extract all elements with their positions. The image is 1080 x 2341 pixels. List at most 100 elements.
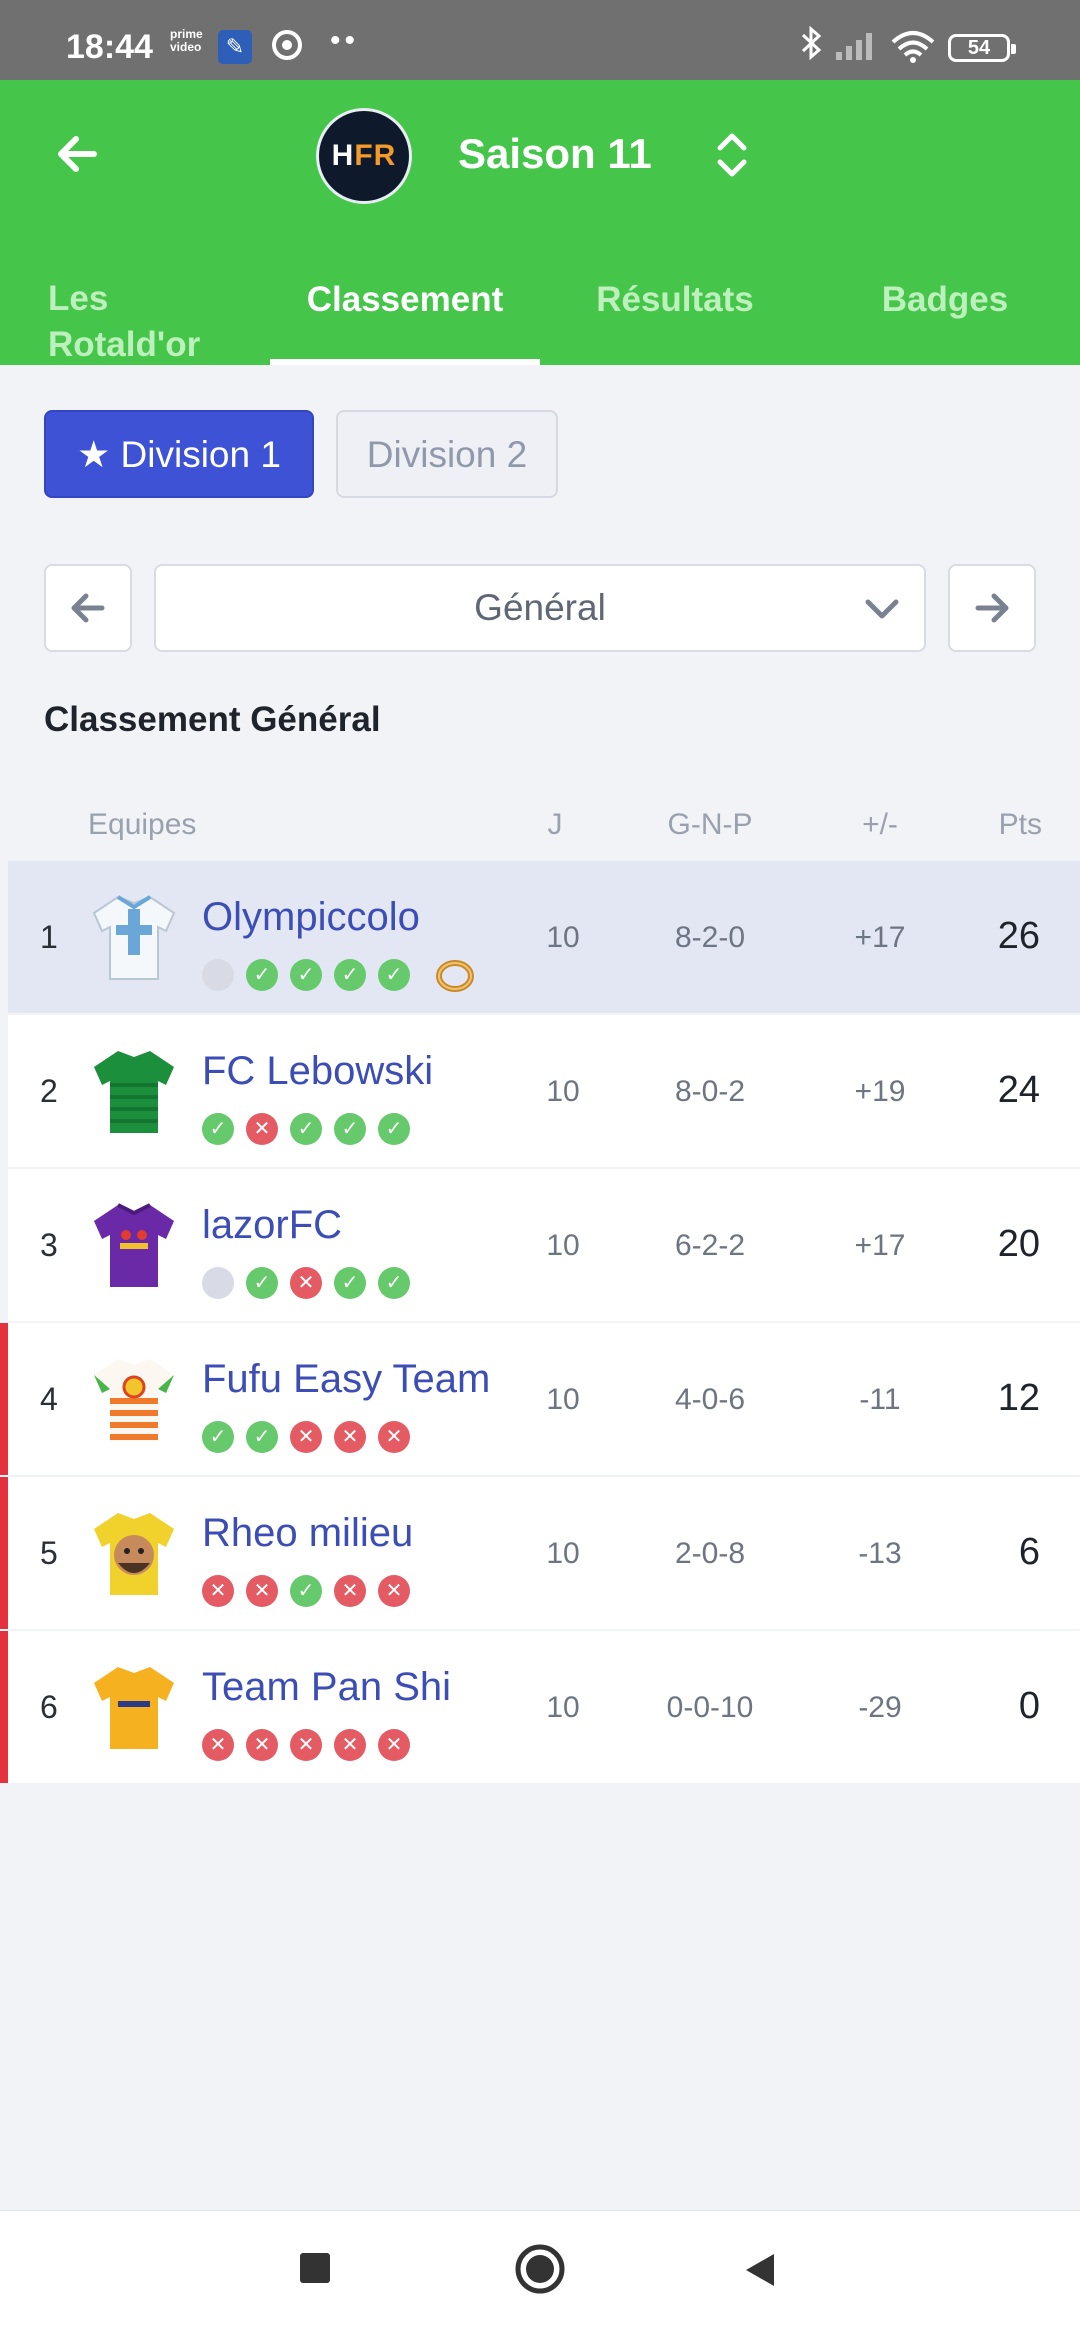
form-dot-loss: ✕ xyxy=(246,1113,278,1145)
cell-goal-diff: -29 xyxy=(858,1691,902,1724)
form-dot-win: ✓ xyxy=(378,1113,410,1145)
league-logo: HFR xyxy=(316,108,412,204)
team-name[interactable]: Rheo milieu xyxy=(202,1511,413,1556)
cell-gnp: 6-2-2 xyxy=(674,1229,746,1262)
header-played: J xyxy=(547,808,563,841)
team-name[interactable]: Team Pan Shi xyxy=(202,1665,451,1710)
form-dot-win: ✓ xyxy=(290,959,322,991)
form-dot-loss: ✕ xyxy=(378,1729,410,1761)
relegation-flag xyxy=(0,1631,8,1783)
row-rank: 6 xyxy=(40,1689,58,1725)
back-triangle-icon[interactable] xyxy=(742,2251,778,2289)
team-name[interactable]: Fufu Easy Team xyxy=(202,1357,490,1402)
recents-square-icon[interactable] xyxy=(298,2251,332,2285)
row-rank: 4 xyxy=(40,1381,58,1417)
row-rank: 1 xyxy=(40,919,58,955)
form-dot-win: ✓ xyxy=(202,1421,234,1453)
arrow-left-icon xyxy=(71,593,105,623)
form-dot-win: ✓ xyxy=(378,1267,410,1299)
cell-points: 6 xyxy=(1018,1531,1040,1573)
team-name[interactable]: lazorFC xyxy=(202,1203,342,1248)
active-tab-indicator xyxy=(270,359,540,365)
header-team: Equipes xyxy=(88,808,197,841)
cell-gnp: 0-0-10 xyxy=(666,1691,754,1724)
cell-goal-diff: +17 xyxy=(854,921,906,954)
cell-points: 12 xyxy=(997,1377,1040,1419)
cell-gnp: 8-2-0 xyxy=(674,921,746,954)
jersey-icon xyxy=(92,895,176,980)
header-points: Pts xyxy=(998,808,1042,841)
status-bar: 18:44 prime video ✎ •• 54 xyxy=(0,0,1080,80)
cell-points: 24 xyxy=(997,1069,1040,1111)
form-dot-loss: ✕ xyxy=(246,1575,278,1607)
form-dot-loss: ✕ xyxy=(378,1575,410,1607)
form-dot-win: ✓ xyxy=(202,1113,234,1145)
cell-goal-diff: -13 xyxy=(858,1537,902,1570)
table-row[interactable]: 5 Rheo milieu ✕ ✕ ✓ ✕ ✕ 10 2-0-8 -13 6 xyxy=(0,1477,1080,1629)
form-dot-loss: ✕ xyxy=(334,1729,366,1761)
cell-played: 10 xyxy=(546,1691,580,1724)
form-dot-win: ✓ xyxy=(246,1421,278,1453)
relegation-flag xyxy=(0,1323,8,1475)
cell-points: 0 xyxy=(1018,1685,1040,1727)
season-switch-icon[interactable] xyxy=(714,130,750,180)
cell-goal-diff: -11 xyxy=(859,1383,901,1416)
table-row[interactable]: 1 Olympiccolo ✓ ✓ ✓ ✓ 10 8-2-0 +17 26 xyxy=(8,861,1080,1013)
form-dot-loss: ✕ xyxy=(202,1575,234,1607)
period-select[interactable]: Général xyxy=(154,564,926,652)
jersey-icon xyxy=(94,1513,174,1595)
period-select-value: Général xyxy=(474,587,606,628)
logo-text-h: H xyxy=(331,139,355,172)
back-arrow-icon[interactable] xyxy=(54,132,98,176)
home-circle-icon[interactable] xyxy=(514,2243,566,2295)
form-dot-loss: ✕ xyxy=(334,1575,366,1607)
cell-gnp: 2-0-8 xyxy=(674,1537,746,1570)
form-dot-loss: ✕ xyxy=(378,1421,410,1453)
team-name[interactable]: FC Lebowski xyxy=(202,1049,433,1094)
header-goal-diff: +/- xyxy=(862,808,898,841)
previous-button[interactable] xyxy=(44,564,132,652)
table-row[interactable]: 2 FC Lebowski ✓ ✕ ✓ ✓ ✓ 10 8-0-2 +19 24 xyxy=(8,1015,1080,1167)
jersey-icon xyxy=(94,1051,174,1133)
app-header: HFR Saison 11 Les Rotald'or Classement R… xyxy=(0,80,1080,365)
season-title[interactable]: Saison 11 xyxy=(458,130,652,178)
jersey-icon xyxy=(94,1667,174,1749)
cell-played: 10 xyxy=(546,1229,580,1262)
form-dot-win: ✓ xyxy=(378,959,410,991)
team-name[interactable]: Olympiccolo xyxy=(202,895,420,940)
form-dot-win: ✓ xyxy=(334,1267,366,1299)
chrome-icon xyxy=(272,30,302,60)
cell-points: 26 xyxy=(997,915,1040,957)
form-dot-win: ✓ xyxy=(334,959,366,991)
form-dot-loss: ✕ xyxy=(334,1421,366,1453)
tab-les-rotaldor[interactable]: Les Rotald'or xyxy=(48,276,258,365)
cell-played: 10 xyxy=(546,1383,580,1416)
tab-resultats[interactable]: Résultats xyxy=(540,280,810,320)
table-row[interactable]: 3 lazorFC ✓ ✕ ✓ ✓ 10 6-2-2 +17 20 xyxy=(8,1169,1080,1321)
form-dot-win: ✓ xyxy=(290,1575,322,1607)
status-time: 18:44 xyxy=(66,28,153,66)
division-1-button[interactable]: ★ Division 1 xyxy=(44,410,314,498)
row-rank: 5 xyxy=(40,1535,58,1571)
table-row[interactable]: 6 Team Pan Shi ✕ ✕ ✕ ✕ ✕ 10 0-0-10 -29 0 xyxy=(0,1631,1080,1783)
ring-badge-icon xyxy=(436,960,474,992)
arrow-right-icon xyxy=(975,593,1009,623)
cell-goal-diff: +19 xyxy=(854,1075,906,1108)
tab-classement[interactable]: Classement xyxy=(270,280,540,320)
header-gnp: G-N-P xyxy=(667,808,753,841)
prime-video-icon: prime video xyxy=(170,27,203,54)
row-rank: 2 xyxy=(40,1073,58,1109)
form-dot-loss: ✕ xyxy=(202,1729,234,1761)
wifi-icon xyxy=(890,30,936,69)
form-dot-loss: ✕ xyxy=(290,1421,322,1453)
form-dot-none xyxy=(202,959,234,991)
bluetooth-icon xyxy=(800,25,824,68)
cell-played: 10 xyxy=(546,1075,580,1108)
cell-gnp: 8-0-2 xyxy=(674,1075,746,1108)
division-2-button[interactable]: Division 2 xyxy=(336,410,558,498)
table-row[interactable]: 4 Fufu Easy Team ✓ ✓ ✕ ✕ ✕ 10 4-0-6 -11 … xyxy=(0,1323,1080,1475)
next-button[interactable] xyxy=(948,564,1036,652)
cell-gnp: 4-0-6 xyxy=(674,1383,746,1416)
tab-badges[interactable]: Badges xyxy=(810,280,1080,320)
chevron-down-icon xyxy=(865,599,899,619)
